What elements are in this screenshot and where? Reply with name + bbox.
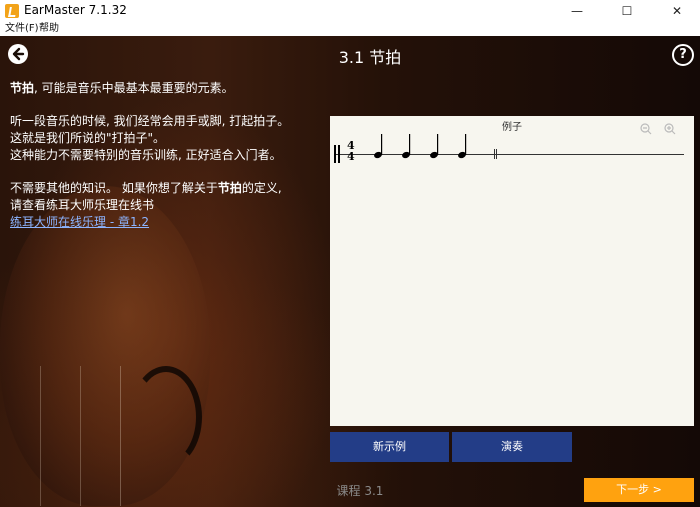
quarter-note [458,134,467,159]
reference-paragraph: 不需要其他的知识。 如果你想了解关于节拍的定义, 请查看练耳大师乐理在线书 练耳… [10,180,320,231]
maximize-button[interactable]: ☐ [604,0,650,22]
violin-f-hole [130,366,202,468]
intro-paragraph: 节拍, 可能是音乐中最基本最重要的元素。 [10,80,320,97]
reference-line-2: 请查看练耳大师乐理在线书 [10,198,155,212]
online-theory-link[interactable]: 练耳大师在线乐理 - 章1.2 [10,214,320,231]
explanation-line-1: 听一段音乐的时候, 我们经常会用手或脚, 打起拍子。 [10,114,290,128]
quarter-note [402,134,411,159]
quarter-note [374,134,383,159]
quarter-note [430,134,439,159]
back-arrow-icon[interactable] [8,44,28,64]
zoom-in-icon[interactable] [664,123,676,135]
window-title: EarMaster 7.1.32 [24,3,127,17]
percussion-clef-bar-2 [338,145,340,163]
beat-term-bold: 节拍 [10,81,35,95]
help-icon[interactable]: ? [672,44,694,66]
explanation-line-3: 这种能力不需要特别的音乐训练, 正好适合入门者。 [10,148,282,162]
new-example-button[interactable]: 新示例 [330,432,449,462]
final-barline-1 [494,149,495,159]
lesson-text: 节拍, 可能是音乐中最基本最重要的元素。 听一段音乐的时候, 我们经常会用手或脚… [10,80,320,247]
final-barline-2 [496,149,497,159]
menu-file[interactable]: 文件(F) [5,22,39,36]
explanation-line-2: 这就是我们所说的"打拍子"。 [10,131,166,145]
violin-strings [0,366,121,506]
reference-text-b: 的定义, [241,181,282,195]
reference-text-a: 不需要其他的知识。 如果你想了解关于 [10,181,218,195]
reference-line-1: 不需要其他的知识。 如果你想了解关于节拍的定义, [10,180,320,197]
staff-line [334,154,684,155]
earmaster-app-icon [5,4,19,18]
percussion-clef-bar-1 [334,145,336,163]
minimize-button[interactable]: — [554,0,600,22]
zoom-out-icon[interactable] [640,123,652,135]
close-button[interactable]: ✕ [654,0,700,22]
play-button[interactable]: 演奏 [452,432,572,462]
title-bar: EarMaster 7.1.32 — ☐ ✕ [0,0,700,22]
explanation-paragraph: 听一段音乐的时候, 我们经常会用手或脚, 打起拍子。 这就是我们所说的"打拍子"… [10,113,320,164]
menu-bar: 文件(F) 帮助 [0,22,700,37]
next-button[interactable]: 下一步 > [584,478,694,502]
example-panel: 例子 4 4 [330,116,694,426]
menu-help[interactable]: 帮助 [39,22,59,36]
reference-term-bold: 节拍 [217,181,242,195]
time-signature: 4 4 [347,140,355,162]
lesson-number: 课程 3.1 [336,484,384,498]
time-signature-bottom: 4 [347,150,355,163]
page-title: 3.1 节拍 [338,48,402,67]
intro-text: , 可能是音乐中最基本最重要的元素。 [34,81,234,95]
